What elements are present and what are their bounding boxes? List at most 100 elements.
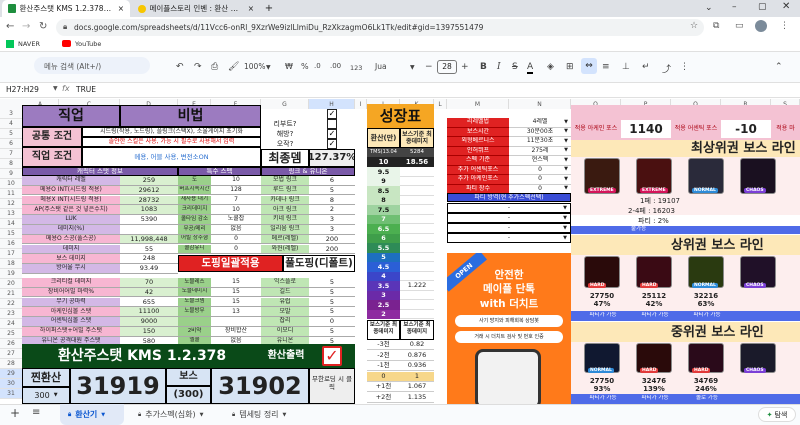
party-item[interactable]: - ▼ [447, 213, 571, 223]
chevron-down-icon[interactable]: ⌄ [705, 3, 713, 13]
setting-value[interactable]: 4레벨 ▼ [509, 118, 571, 128]
infinite-loading-note[interactable]: 무한로딩 시 클릭 [309, 368, 355, 404]
link-value[interactable]: 3 [309, 225, 355, 235]
special-value[interactable]: 장비합산 [211, 327, 261, 337]
borders-icon[interactable]: ⊞ [566, 62, 574, 72]
row-header[interactable]: 19 [0, 269, 22, 279]
bold-icon[interactable]: B [480, 62, 487, 72]
special-value[interactable]: 15 [211, 297, 261, 308]
chevron-up-icon[interactable]: ⌃ [775, 62, 783, 72]
all-sheets-icon[interactable]: ≡ [32, 407, 40, 418]
chevron-down-icon[interactable]: ▼ [53, 85, 58, 92]
row-header[interactable]: 3 [0, 109, 22, 119]
print-icon[interactable]: ⎙ [211, 62, 218, 72]
row-header[interactable]: 16 [0, 239, 22, 249]
full-doping-button[interactable]: 풀도핑(디폴트) [283, 255, 355, 272]
col-header-l[interactable]: L [434, 99, 447, 109]
browser-tab-active[interactable]: 환산주스탯 KMS 1.2.378의 사본 × [2, 0, 130, 17]
row-header[interactable]: 20 [0, 279, 22, 289]
currency-button[interactable]: ₩ [285, 62, 293, 71]
menu-search-input[interactable]: 메뉴 검색 (Alt+/) [34, 57, 150, 74]
italic-icon[interactable]: I [497, 62, 501, 72]
link-value[interactable]: 5 [309, 185, 355, 196]
doping-apply-button[interactable]: 도핑일괄적용 [178, 255, 283, 272]
row-header[interactable]: 30 [0, 379, 22, 389]
row-header[interactable]: 7 [0, 149, 22, 159]
link-value[interactable]: 2 [309, 205, 355, 215]
stat-value[interactable]: 29612 [120, 185, 178, 196]
merge-cells-icon[interactable]: ⇔ [581, 58, 597, 74]
row-header[interactable]: 8 [0, 159, 22, 169]
percent-button[interactable]: % [301, 62, 309, 71]
link-value[interactable]: 6 [309, 176, 355, 186]
ad-banner[interactable]: OPEN 안전한 메이플 단톡 with 더치트 사기 방지와 피해회복 상담봇… [447, 253, 571, 404]
row-header[interactable]: 11 [0, 189, 22, 199]
col-header-m[interactable]: M [447, 99, 509, 109]
row-header[interactable]: 5 [0, 129, 22, 139]
text-wrap-icon[interactable]: ↵ [642, 62, 650, 72]
sidepanel-icon[interactable]: ▭ [735, 21, 744, 31]
checkbox[interactable] [327, 119, 337, 129]
chevron-down-icon[interactable]: ▼ [266, 64, 271, 71]
checkbox-checked[interactable]: ✓ [327, 129, 337, 139]
row-header[interactable]: 15 [0, 229, 22, 239]
row-header[interactable]: 13 [0, 209, 22, 219]
font-select[interactable]: Jua [375, 62, 387, 71]
avatar[interactable] [755, 20, 767, 32]
sheet-tab[interactable]: 🔒︎ 추가스펙(심화) ▼ [132, 404, 218, 425]
checkbox-checked[interactable]: ✓ [327, 109, 337, 119]
setting-value[interactable]: 0 ▼ [509, 165, 571, 175]
link-value[interactable]: 5 [309, 307, 355, 317]
special-value[interactable]: 128 [211, 185, 261, 196]
close-icon[interactable]: × [248, 4, 254, 13]
special-value[interactable]: 없음 [211, 225, 261, 235]
link-value[interactable]: 8 [309, 195, 355, 206]
link-value[interactable]: 5 [309, 327, 355, 337]
stat-value[interactable]: 150 [120, 327, 178, 337]
stat-value[interactable]: 1083 [120, 205, 178, 215]
strikethrough-icon[interactable]: S [512, 62, 518, 72]
setting-value[interactable]: 현스펙 ▼ [509, 156, 571, 166]
decrease-decimal-button[interactable]: .0 [314, 62, 321, 70]
print-checkbox-checked[interactable]: ✓ [322, 346, 342, 366]
row-header[interactable]: 31 [0, 389, 22, 399]
chevron-down-icon[interactable]: ▼ [410, 64, 415, 71]
minimize-icon[interactable]: – [732, 2, 737, 12]
stat-value[interactable]: 5390 [120, 215, 178, 225]
row-header[interactable]: 23 [0, 309, 22, 319]
row-header[interactable]: 26 [0, 339, 22, 349]
stat-value[interactable]: 655 [120, 297, 178, 308]
row-header[interactable]: 6 [0, 139, 22, 149]
maximize-icon[interactable]: ▢ [758, 2, 767, 12]
setting-value[interactable]: 30분00초 ▼ [509, 127, 571, 137]
sheet-tab[interactable]: 🔒︎ 템세팅 정리 ▼ [226, 404, 306, 425]
paint-format-icon[interactable]: 🖌︎ [228, 62, 239, 72]
party-item[interactable]: - ▼ [447, 233, 571, 243]
checkbox-checked[interactable]: ✓ [327, 139, 337, 149]
link-value[interactable]: 3 [309, 215, 355, 225]
browser-tab[interactable]: 메이플스토리 인벤 : 환산 주스탯 × [132, 0, 260, 17]
stat-value[interactable]: 11100 [120, 307, 178, 317]
row-header[interactable]: 29 [0, 369, 22, 379]
special-value[interactable] [211, 317, 261, 327]
window-close-icon[interactable]: ✕ [782, 1, 790, 12]
bookmark-naver[interactable]: NAVER [6, 40, 40, 48]
font-size-input[interactable]: 28 [437, 60, 457, 74]
setting-value[interactable]: 11분30초 ▼ [509, 137, 571, 147]
setting-value[interactable]: 0 ▼ [509, 175, 571, 185]
explore-button[interactable]: ✦ 탐색 [758, 407, 796, 422]
link-value[interactable]: 0 [309, 317, 355, 327]
row-header[interactable]: 14 [0, 219, 22, 229]
more-icon[interactable]: ⋮ [680, 62, 689, 72]
font-size-decrease-icon[interactable]: − [425, 62, 433, 72]
stat-value[interactable] [120, 225, 178, 235]
party-item[interactable]: - ▼ [447, 223, 571, 233]
row-header[interactable]: 27 [0, 349, 22, 359]
extensions-icon[interactable]: ⧉ [713, 21, 719, 31]
special-value[interactable]: 7 [211, 195, 261, 206]
row-header[interactable]: 24 [0, 319, 22, 329]
close-icon[interactable]: × [118, 4, 124, 13]
link-value[interactable]: 5 [309, 278, 355, 288]
more-formats-button[interactable]: 123 [350, 64, 362, 72]
stat-value[interactable]: 28732 [120, 195, 178, 206]
